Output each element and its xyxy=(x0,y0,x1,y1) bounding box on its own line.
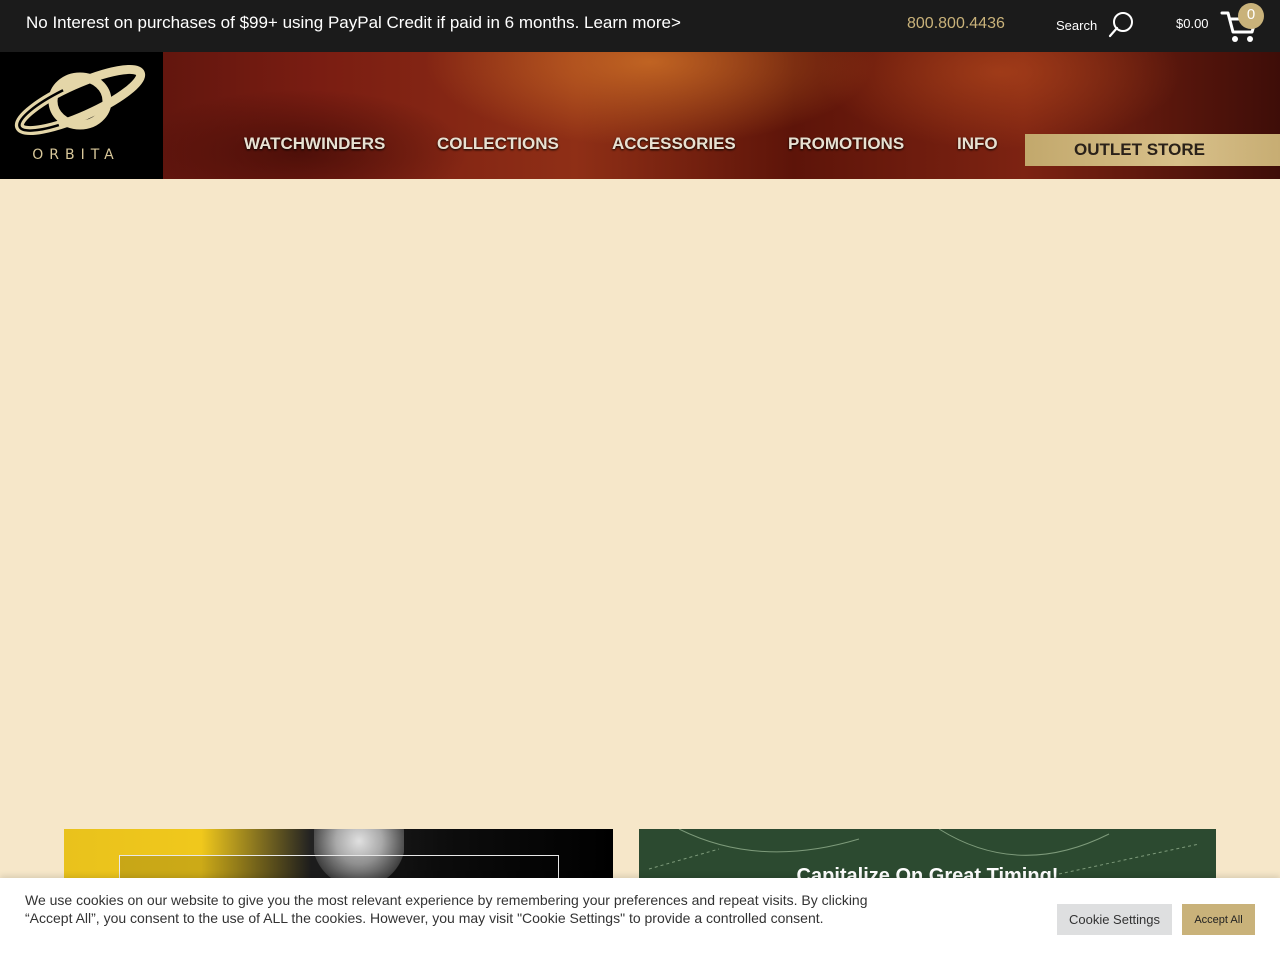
cookie-message: We use cookies on our website to give yo… xyxy=(25,892,868,926)
top-promo-bar: No Interest on purchases of $99+ using P… xyxy=(0,0,1280,52)
cart-total[interactable]: $0.00 xyxy=(1176,16,1209,31)
search-button[interactable]: Search xyxy=(1056,10,1135,40)
nav-watchwinders[interactable]: WATCHWINDERS xyxy=(244,134,385,164)
paypal-credit-promo-link[interactable]: No Interest on purchases of $99+ using P… xyxy=(26,13,681,33)
hero-area xyxy=(0,179,1280,829)
nav-collections[interactable]: COLLECTIONS xyxy=(437,134,559,164)
search-label: Search xyxy=(1056,17,1098,33)
nav-accessories[interactable]: ACCESSORIES xyxy=(612,134,736,164)
main-header: ORBITA WATCHWINDERS COLLECTIONS ACCESSOR… xyxy=(0,52,1280,179)
logo-wordmark: ORBITA xyxy=(32,147,120,163)
cookie-banner: We use cookies on our website to give yo… xyxy=(0,878,1280,960)
accept-all-button[interactable]: Accept All xyxy=(1182,904,1255,935)
outlet-store-label: OUTLET STORE xyxy=(1074,140,1205,159)
phone-number[interactable]: 800.800.4436 xyxy=(907,15,1005,33)
orbita-logo-mark xyxy=(14,64,146,136)
search-icon xyxy=(1109,12,1134,38)
cookie-settings-button[interactable]: Cookie Settings xyxy=(1057,904,1172,935)
nav-promotions[interactable]: PROMOTIONS xyxy=(788,134,904,164)
cart-count-badge: 0 xyxy=(1238,3,1264,29)
nav-outlet-store-button[interactable]: OUTLET STORE xyxy=(1025,134,1280,166)
nav-info[interactable]: INFO xyxy=(957,134,998,164)
orbita-logo[interactable]: ORBITA xyxy=(0,52,163,179)
